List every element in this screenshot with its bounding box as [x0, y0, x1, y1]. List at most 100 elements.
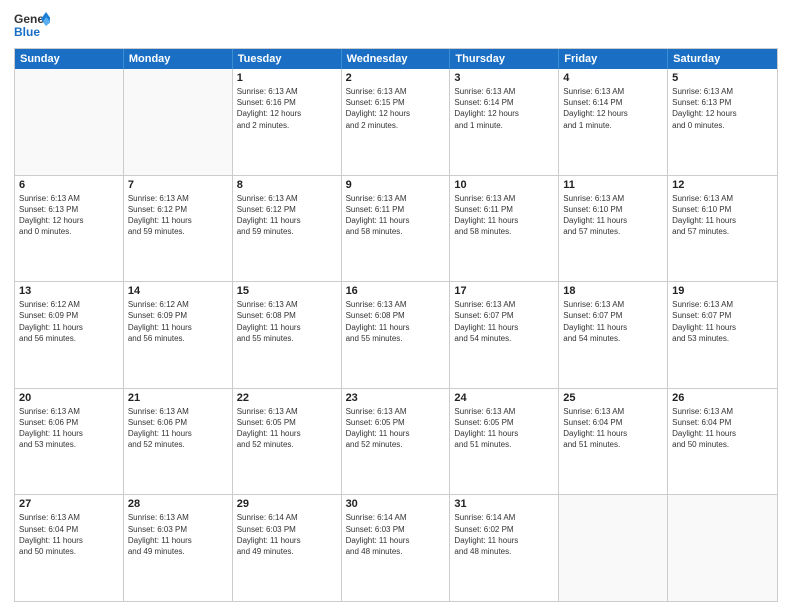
- cell-content: Sunrise: 6:13 AMSunset: 6:05 PMDaylight:…: [346, 406, 446, 451]
- calendar-week-row: 6 Sunrise: 6:13 AMSunset: 6:13 PMDaylight…: [15, 175, 777, 282]
- day-number: 2: [346, 72, 446, 84]
- calendar-cell: 20Sunrise: 6:13 AMSunset: 6:06 PMDayligh…: [15, 389, 124, 495]
- calendar-day-header: Monday: [124, 49, 233, 69]
- calendar-cell: 1Sunrise: 6:13 AMSunset: 6:16 PMDaylight…: [233, 69, 342, 175]
- calendar-cell: 22 Sunrise: 6:13 AMSunset: 6:05 PMDayligh…: [233, 389, 342, 495]
- calendar-cell: 24 Sunrise: 6:13 AMSunset: 6:05 PMDayligh…: [450, 389, 559, 495]
- logo: General Blue: [14, 10, 50, 40]
- day-number: 22: [237, 392, 337, 404]
- calendar-cell: 19 Sunrise: 6:13 AMSunset: 6:07 PMDayligh…: [668, 282, 777, 388]
- day-number: 18: [563, 285, 663, 297]
- calendar-week-row: 13 Sunrise: 6:12 AMSunset: 6:09 PMDayligh…: [15, 281, 777, 388]
- day-number: 11: [563, 179, 663, 191]
- calendar-day-header: Wednesday: [342, 49, 451, 69]
- calendar-cell: 17Sunrise: 6:13 AMSunset: 6:07 PMDayligh…: [450, 282, 559, 388]
- calendar-cell: [15, 69, 124, 175]
- day-number: 27: [19, 498, 119, 510]
- cell-content: Sunrise: 6:13 AMSunset: 6:04 PMDaylight:…: [19, 512, 119, 557]
- cell-content: Sunrise: 6:13 AMSunset: 6:07 PMDaylight:…: [672, 299, 773, 344]
- calendar-cell: 25Sunrise: 6:13 AMSunset: 6:04 PMDayligh…: [559, 389, 668, 495]
- cell-content: Sunrise: 6:14 AMSunset: 6:03 PMDaylight:…: [237, 512, 337, 557]
- calendar-cell: 28 Sunrise: 6:13 AMSunset: 6:03 PMDayligh…: [124, 495, 233, 601]
- calendar-cell: [559, 495, 668, 601]
- day-number: 19: [672, 285, 773, 297]
- calendar-cell: 16Sunrise: 6:13 AMSunset: 6:08 PMDayligh…: [342, 282, 451, 388]
- cell-content: Sunrise: 6:13 AMSunset: 6:10 PMDaylight:…: [672, 193, 773, 238]
- calendar-cell: 14 Sunrise: 6:12 AMSunset: 6:09 PMDayligh…: [124, 282, 233, 388]
- calendar-cell: 4Sunrise: 6:13 AMSunset: 6:14 PMDaylight…: [559, 69, 668, 175]
- svg-text:Blue: Blue: [14, 25, 40, 39]
- page: General Blue SundayMondayTuesdayWednesda…: [0, 0, 792, 612]
- cell-content: Sunrise: 6:13 AMSunset: 6:13 PMDaylight:…: [19, 193, 119, 238]
- cell-content: Sunrise: 6:13 AMSunset: 6:03 PMDaylight:…: [128, 512, 228, 557]
- calendar-week-row: 27 Sunrise: 6:13 AMSunset: 6:04 PMDayligh…: [15, 494, 777, 601]
- calendar-day-header: Tuesday: [233, 49, 342, 69]
- day-number: 5: [672, 72, 773, 84]
- calendar-cell: 2Sunrise: 6:13 AMSunset: 6:15 PMDaylight…: [342, 69, 451, 175]
- day-number: 15: [237, 285, 337, 297]
- calendar-cell: 29 Sunrise: 6:14 AMSunset: 6:03 PMDayligh…: [233, 495, 342, 601]
- calendar: SundayMondayTuesdayWednesdayThursdayFrid…: [14, 48, 778, 602]
- cell-content: Sunrise: 6:13 AMSunset: 6:08 PMDaylight:…: [237, 299, 337, 344]
- day-number: 29: [237, 498, 337, 510]
- cell-content: Sunrise: 6:13 AMSunset: 6:14 PMDaylight:…: [563, 86, 663, 131]
- day-number: 26: [672, 392, 773, 404]
- cell-content: Sunrise: 6:13 AMSunset: 6:04 PMDaylight:…: [672, 406, 773, 451]
- day-number: 31: [454, 498, 554, 510]
- calendar-cell: 8 Sunrise: 6:13 AMSunset: 6:12 PMDaylight…: [233, 176, 342, 282]
- calendar-day-header: Friday: [559, 49, 668, 69]
- cell-content: Sunrise: 6:12 AMSunset: 6:09 PMDaylight:…: [19, 299, 119, 344]
- calendar-header: SundayMondayTuesdayWednesdayThursdayFrid…: [15, 49, 777, 69]
- cell-content: Sunrise: 6:13 AMSunset: 6:06 PMDaylight:…: [19, 406, 119, 451]
- day-number: 21: [128, 392, 228, 404]
- cell-content: Sunrise: 6:13 AMSunset: 6:08 PMDaylight:…: [346, 299, 446, 344]
- day-number: 12: [672, 179, 773, 191]
- day-number: 30: [346, 498, 446, 510]
- calendar-cell: 21Sunrise: 6:13 AMSunset: 6:06 PMDayligh…: [124, 389, 233, 495]
- cell-content: Sunrise: 6:13 AMSunset: 6:14 PMDaylight:…: [454, 86, 554, 131]
- calendar-cell: 30 Sunrise: 6:14 AMSunset: 6:03 PMDayligh…: [342, 495, 451, 601]
- cell-content: Sunrise: 6:13 AMSunset: 6:12 PMDaylight:…: [128, 193, 228, 238]
- calendar-cell: 7Sunrise: 6:13 AMSunset: 6:12 PMDaylight…: [124, 176, 233, 282]
- cell-content: Sunrise: 6:14 AMSunset: 6:03 PMDaylight:…: [346, 512, 446, 557]
- calendar-day-header: Thursday: [450, 49, 559, 69]
- calendar-week-row: 1Sunrise: 6:13 AMSunset: 6:16 PMDaylight…: [15, 69, 777, 175]
- calendar-cell: [668, 495, 777, 601]
- calendar-cell: 6 Sunrise: 6:13 AMSunset: 6:13 PMDaylight…: [15, 176, 124, 282]
- day-number: 6: [19, 179, 119, 191]
- calendar-cell: 26 Sunrise: 6:13 AMSunset: 6:04 PMDayligh…: [668, 389, 777, 495]
- day-number: 14: [128, 285, 228, 297]
- cell-content: Sunrise: 6:13 AMSunset: 6:10 PMDaylight:…: [563, 193, 663, 238]
- cell-content: Sunrise: 6:13 AMSunset: 6:11 PMDaylight:…: [454, 193, 554, 238]
- calendar-week-row: 20Sunrise: 6:13 AMSunset: 6:06 PMDayligh…: [15, 388, 777, 495]
- day-number: 9: [346, 179, 446, 191]
- calendar-cell: 23 Sunrise: 6:13 AMSunset: 6:05 PMDayligh…: [342, 389, 451, 495]
- day-number: 24: [454, 392, 554, 404]
- day-number: 10: [454, 179, 554, 191]
- header: General Blue: [14, 10, 778, 40]
- cell-content: Sunrise: 6:13 AMSunset: 6:12 PMDaylight:…: [237, 193, 337, 238]
- cell-content: Sunrise: 6:13 AMSunset: 6:05 PMDaylight:…: [237, 406, 337, 451]
- calendar-cell: 31 Sunrise: 6:14 AMSunset: 6:02 PMDayligh…: [450, 495, 559, 601]
- day-number: 28: [128, 498, 228, 510]
- cell-content: Sunrise: 6:13 AMSunset: 6:11 PMDaylight:…: [346, 193, 446, 238]
- calendar-cell: 27 Sunrise: 6:13 AMSunset: 6:04 PMDayligh…: [15, 495, 124, 601]
- cell-content: Sunrise: 6:13 AMSunset: 6:05 PMDaylight:…: [454, 406, 554, 451]
- calendar-cell: 9 Sunrise: 6:13 AMSunset: 6:11 PMDaylight…: [342, 176, 451, 282]
- calendar-cell: [124, 69, 233, 175]
- cell-content: Sunrise: 6:13 AMSunset: 6:04 PMDaylight:…: [563, 406, 663, 451]
- calendar-cell: 18Sunrise: 6:13 AMSunset: 6:07 PMDayligh…: [559, 282, 668, 388]
- calendar-cell: 3Sunrise: 6:13 AMSunset: 6:14 PMDaylight…: [450, 69, 559, 175]
- cell-content: Sunrise: 6:13 AMSunset: 6:07 PMDaylight:…: [454, 299, 554, 344]
- day-number: 13: [19, 285, 119, 297]
- cell-content: Sunrise: 6:13 AMSunset: 6:13 PMDaylight:…: [672, 86, 773, 131]
- calendar-cell: 15 Sunrise: 6:13 AMSunset: 6:08 PMDayligh…: [233, 282, 342, 388]
- calendar-cell: 12 Sunrise: 6:13 AMSunset: 6:10 PMDayligh…: [668, 176, 777, 282]
- calendar-cell: 13 Sunrise: 6:12 AMSunset: 6:09 PMDayligh…: [15, 282, 124, 388]
- calendar-body: 1Sunrise: 6:13 AMSunset: 6:16 PMDaylight…: [15, 69, 777, 601]
- day-number: 23: [346, 392, 446, 404]
- calendar-day-header: Sunday: [15, 49, 124, 69]
- day-number: 8: [237, 179, 337, 191]
- cell-content: Sunrise: 6:12 AMSunset: 6:09 PMDaylight:…: [128, 299, 228, 344]
- cell-content: Sunrise: 6:14 AMSunset: 6:02 PMDaylight:…: [454, 512, 554, 557]
